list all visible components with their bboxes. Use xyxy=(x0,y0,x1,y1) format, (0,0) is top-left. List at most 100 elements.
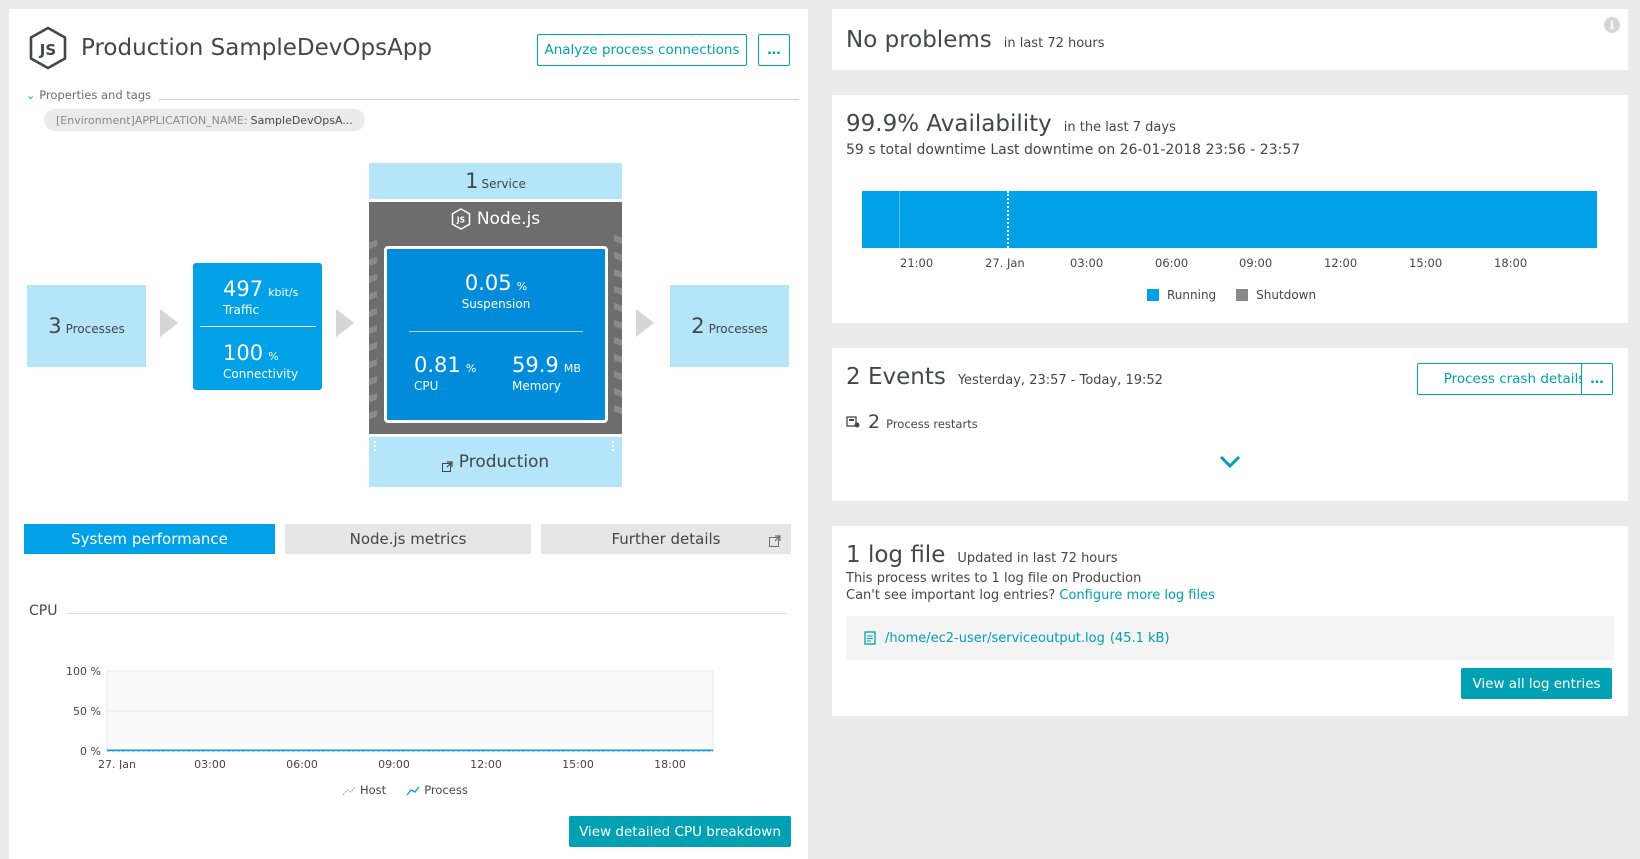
incoming-processes-box[interactable]: 3 Processes xyxy=(27,285,146,367)
cpu-unit: % xyxy=(465,362,477,375)
cpu-label: CPU xyxy=(414,379,439,393)
availability-x-tick-label: 27. Jan xyxy=(985,256,1025,270)
events-more-button[interactable]: … xyxy=(1581,363,1613,395)
process-restart-icon xyxy=(846,413,860,428)
host-handle-left xyxy=(374,441,379,451)
tab-nodejs-metrics[interactable]: Node.js metrics xyxy=(285,524,531,554)
availability-bar[interactable] xyxy=(862,191,1597,248)
more-actions-button[interactable]: … xyxy=(758,34,790,66)
events-title: 2 Events xyxy=(846,364,946,390)
legend-host-label: Host xyxy=(360,783,387,797)
traffic-value: 497 xyxy=(223,277,264,301)
availability-legend: Running Shutdown xyxy=(1147,288,1316,302)
tag-value: SampleDevOpsA... xyxy=(250,113,353,127)
legend-shutdown-label: Shutdown xyxy=(1256,288,1317,302)
nodejs-icon: JS xyxy=(451,208,471,230)
outgoing-process-label: Processes xyxy=(708,321,768,336)
view-all-log-entries-button[interactable]: View all log entries xyxy=(1461,668,1612,699)
availability-x-tick-label: 21:00 xyxy=(900,256,934,270)
chevron-down-icon: ⌄ xyxy=(26,88,36,102)
tag-chip[interactable]: [Environment]APPLICATION_NAME: SampleDev… xyxy=(44,109,365,131)
availability-axis: 21:00 27. Jan 03:00 06:00 09:00 12:00 15:00 18:… xyxy=(832,256,1628,272)
connectivity-unit: % xyxy=(268,350,279,363)
process-overview-card: JS Production SampleDevOpsApp Analyze pr… xyxy=(9,9,808,859)
legend-running-label: Running xyxy=(1167,288,1217,302)
outgoing-processes-box[interactable]: 2 Processes xyxy=(670,285,789,367)
service-count: 1 xyxy=(465,169,479,193)
cpu-x-tick-label: 18:00 xyxy=(654,758,686,769)
process-legend-icon xyxy=(406,785,420,796)
suspension-label: Suspension xyxy=(461,297,531,311)
cpu-chart-legend: Host Process xyxy=(342,783,468,797)
connectivity-label: Connectivity xyxy=(223,367,299,381)
cpu-x-tick-label: 12:00 xyxy=(470,758,502,769)
process-metrics-box[interactable]: 0.05 % Suspension 0.81 % CPU 59.9 MB Mem… xyxy=(384,246,608,423)
connectivity-value: 100 xyxy=(223,341,264,365)
host-handle-right xyxy=(612,441,617,451)
logs-title: 1 log file xyxy=(846,542,946,568)
host-label: Production xyxy=(458,452,550,472)
memory-unit: MB xyxy=(563,362,581,375)
service-label: Service xyxy=(481,176,526,191)
view-cpu-breakdown-button[interactable]: View detailed CPU breakdown xyxy=(569,816,791,847)
availability-bar-marker xyxy=(1007,191,1009,248)
availability-x-tick-label: 09:00 xyxy=(1239,256,1273,270)
cpu-x-tick-label: 03:00 xyxy=(194,758,226,769)
process-frame: JS Node.js 0.05 % Suspension 0.81 % CPU … xyxy=(369,202,622,434)
tab-further-details[interactable]: Further details xyxy=(541,524,791,554)
memory-label: Memory xyxy=(512,379,561,393)
traffic-box[interactable]: 497 kbit/s Traffic 100 % Connectivity xyxy=(193,263,322,390)
divider xyxy=(200,326,316,327)
shutdown-legend-swatch xyxy=(1236,289,1249,301)
properties-toggle[interactable]: ⌄ Properties and tags xyxy=(26,88,151,102)
expand-chevron-icon[interactable] xyxy=(1219,454,1241,469)
cpu-value: 0.81 xyxy=(414,353,461,377)
restart-label: Process restarts xyxy=(886,417,978,431)
logs-description: This process writes to 1 log file on Pro… xyxy=(846,571,1142,586)
configure-log-files-link[interactable]: Configure more log files xyxy=(1059,588,1214,603)
external-link-icon xyxy=(769,533,781,547)
running-legend-swatch xyxy=(1147,289,1159,301)
logs-hint: Can't see important log entries? xyxy=(846,588,1056,603)
further-details-label: Further details xyxy=(611,530,721,548)
page-title: Production SampleDevOpsApp xyxy=(81,35,433,61)
availability-x-tick-label: 15:00 xyxy=(1409,256,1443,270)
suspension-unit: % xyxy=(516,280,528,293)
svg-text:JS: JS xyxy=(456,216,465,225)
log-file-path-link[interactable]: /home/ec2-user/serviceoutput.log xyxy=(885,631,1105,646)
cpu-x-tick-label: 15:00 xyxy=(562,758,594,769)
divider xyxy=(159,99,799,100)
availability-x-tick-label: 18:00 xyxy=(1494,256,1528,270)
problems-card: No problems in last 72 hours i xyxy=(832,9,1628,70)
analyze-connections-button[interactable]: Analyze process connections xyxy=(537,34,747,66)
arrow-right-icon xyxy=(160,309,178,337)
cpu-chart: 100 % 50 % 0 %27. Jan 03:00 06:00 09:00 12:00 1… xyxy=(66,665,714,769)
info-icon[interactable]: i xyxy=(1604,17,1620,33)
incoming-process-label: Processes xyxy=(65,321,125,336)
suspension-value: 0.05 xyxy=(464,271,512,295)
traffic-label: Traffic xyxy=(223,303,260,317)
log-file-row[interactable]: /home/ec2-user/serviceoutput.log (45.1 k… xyxy=(846,616,1614,660)
legend-process-label: Process xyxy=(424,783,468,797)
availability-x-tick-label: 03:00 xyxy=(1070,256,1104,270)
cpu-y-tick-label: 0 % xyxy=(80,745,101,758)
divider xyxy=(409,331,583,332)
host-box[interactable]: Production xyxy=(369,437,622,487)
availability-title: 99.9% Availability xyxy=(846,111,1052,137)
arrow-right-icon xyxy=(336,309,354,337)
restart-count: 2 xyxy=(868,411,881,433)
cpu-x-tick-label: 27. Jan xyxy=(98,758,136,769)
tab-system-performance[interactable]: System performance xyxy=(24,524,275,554)
logs-subtitle: Updated in last 72 hours xyxy=(957,551,1118,566)
cpu-y-tick-label: 50 % xyxy=(73,705,101,718)
availability-card: 99.9% Availability in the last 7 days 59… xyxy=(832,95,1628,323)
technology-label: Node.js xyxy=(476,209,541,229)
incoming-process-count: 3 xyxy=(48,314,62,338)
divider xyxy=(67,613,786,614)
svg-text:JS: JS xyxy=(39,41,56,59)
availability-bar-boundary xyxy=(899,191,900,248)
cpu-y-tick-label: 100 % xyxy=(66,665,101,678)
cpu-chart-heading: CPU xyxy=(29,603,58,619)
nodejs-logo-icon: JS xyxy=(28,26,68,70)
service-box[interactable]: 1 Service xyxy=(369,163,622,199)
